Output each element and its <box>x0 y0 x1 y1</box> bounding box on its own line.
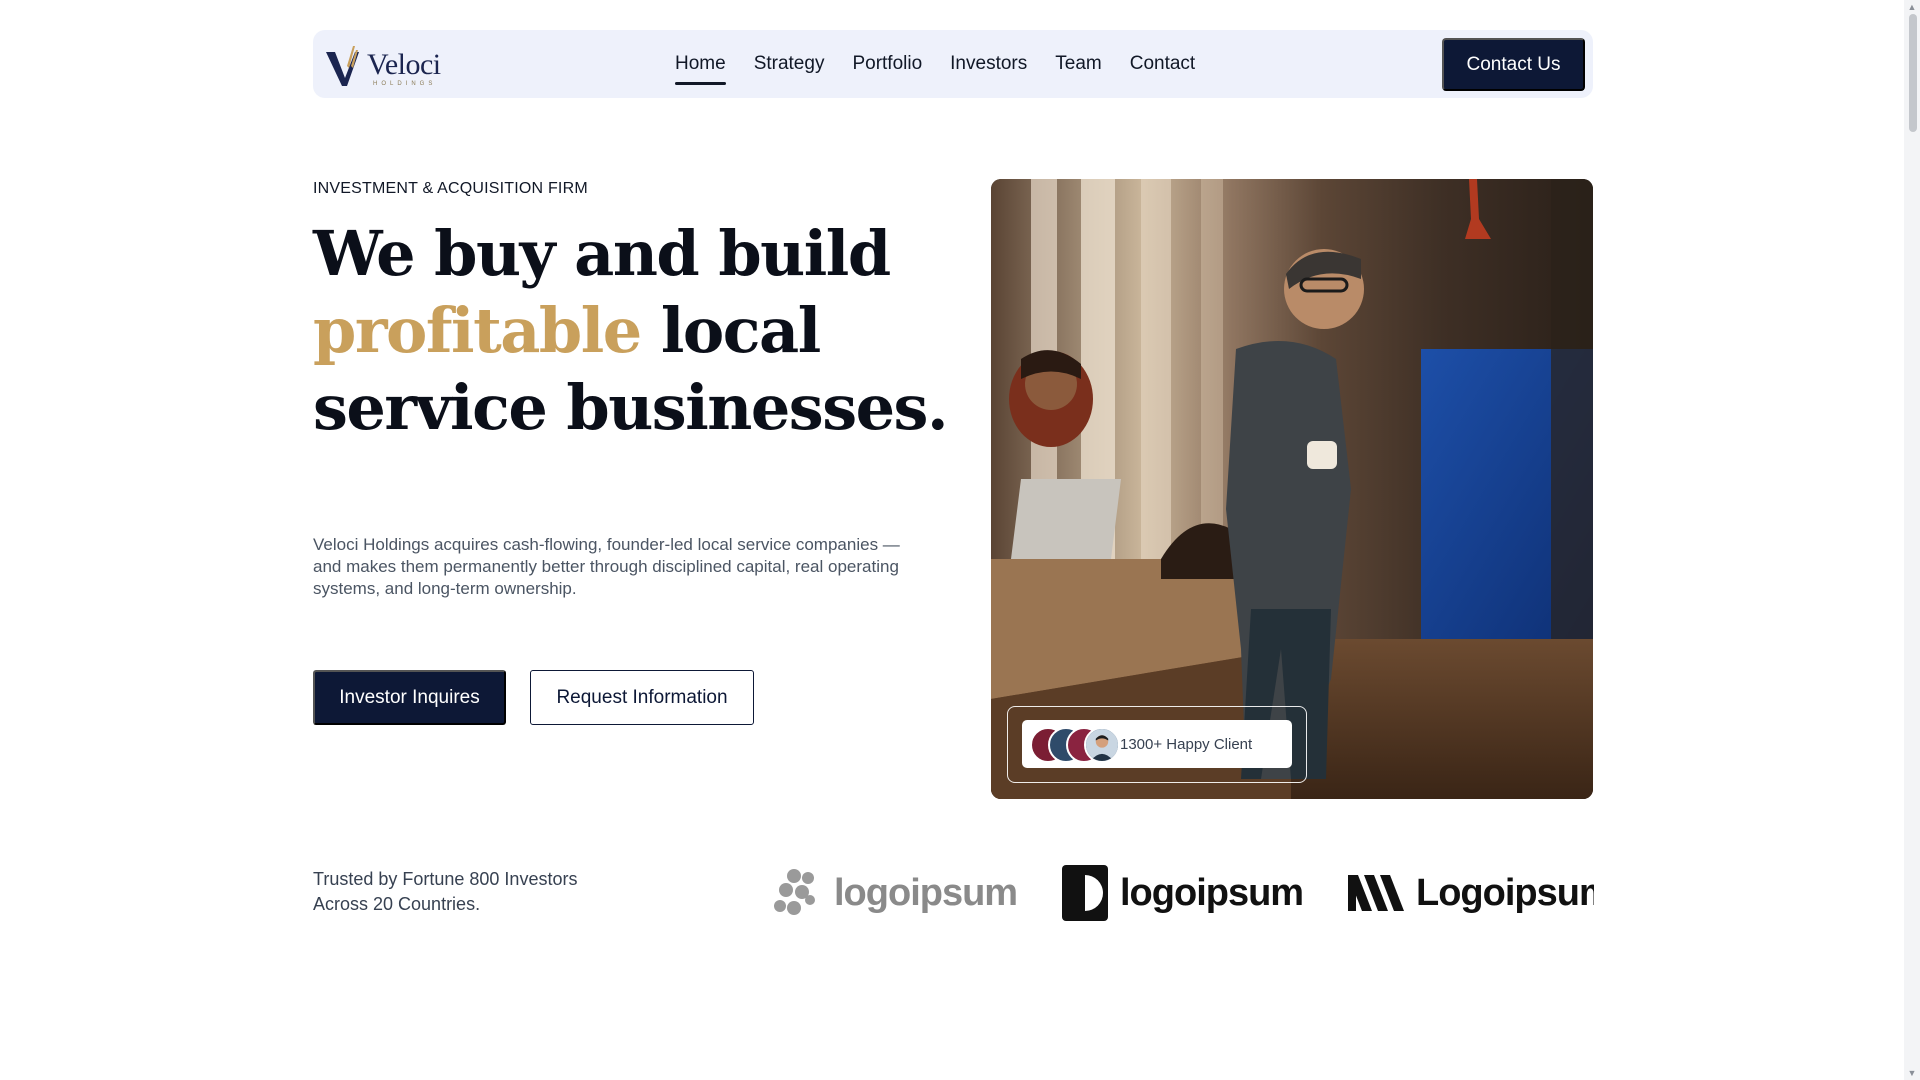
partner-logo-name: logoipsum <box>834 871 1018 914</box>
top-nav: Veloci HOLDINGS Home Strategy Portfolio … <box>313 30 1593 98</box>
nav-link-contact[interactable]: Contact <box>1130 49 1195 79</box>
partner-logo-2: logoipsum <box>1062 858 1304 928</box>
brand-logo[interactable]: Veloci HOLDINGS <box>323 42 453 88</box>
partner-logo-3: Logoipsum <box>1348 858 1594 928</box>
dots-icon <box>774 869 815 915</box>
avatar <box>1084 727 1120 763</box>
half-circle-icon <box>1062 865 1108 921</box>
hero-description: Veloci Holdings acquires cash-flowing, f… <box>313 535 900 598</box>
contact-us-button[interactable]: Contact Us <box>1442 38 1585 91</box>
headline-accent: profitable <box>313 294 642 367</box>
trusted-line-2: Across 20 Countries. <box>313 894 481 914</box>
nav-link-team[interactable]: Team <box>1055 49 1101 79</box>
request-information-button[interactable]: Request Information <box>530 670 754 725</box>
stripes-icon <box>1348 875 1404 911</box>
hero-eyebrow: INVESTMENT & ACQUISITION FIRM <box>313 180 588 197</box>
veloci-v-icon <box>326 46 359 86</box>
nav-link-portfolio[interactable]: Portfolio <box>852 49 922 79</box>
headline-part-1: We buy and build <box>313 217 891 290</box>
partner-logo-name: logoipsum <box>1120 871 1304 914</box>
primary-nav: Home Strategy Portfolio Investors Team C… <box>675 30 1195 98</box>
partner-logo-1: logoipsum <box>772 858 1018 928</box>
investor-inquires-button[interactable]: Investor Inquires <box>313 670 506 725</box>
nav-link-strategy[interactable]: Strategy <box>754 49 825 79</box>
hero-headline: We buy and build profitable local servic… <box>313 215 953 446</box>
page-scrollbar[interactable]: ▲ ▼ <box>1904 0 1920 1080</box>
person-icon <box>1086 729 1118 761</box>
partner-logos-strip: logoipsum logoipsum Logoipsum <box>772 858 1594 928</box>
hero-photo: 1300+ Happy Client <box>991 179 1593 799</box>
trusted-line-1: Trusted by Fortune 800 Investors <box>313 869 578 889</box>
client-avatars <box>1022 720 1122 768</box>
logo-subtitle: HOLDINGS <box>373 81 437 87</box>
scroll-up-icon[interactable]: ▲ <box>1907 2 1917 12</box>
trusted-by-text: Trusted by Fortune 800 Investors Across … <box>313 867 633 917</box>
nav-link-home[interactable]: Home <box>675 49 726 85</box>
partner-logo-name: Logoipsum <box>1416 871 1594 914</box>
nav-link-investors[interactable]: Investors <box>950 49 1027 79</box>
scroll-thumb[interactable] <box>1909 14 1917 132</box>
happy-clients-text: 1300+ Happy Client <box>1120 735 1253 753</box>
happy-clients-badge: 1300+ Happy Client <box>1007 706 1307 783</box>
scroll-down-icon[interactable]: ▼ <box>1907 1068 1917 1078</box>
logo-name: Veloci <box>367 48 441 81</box>
